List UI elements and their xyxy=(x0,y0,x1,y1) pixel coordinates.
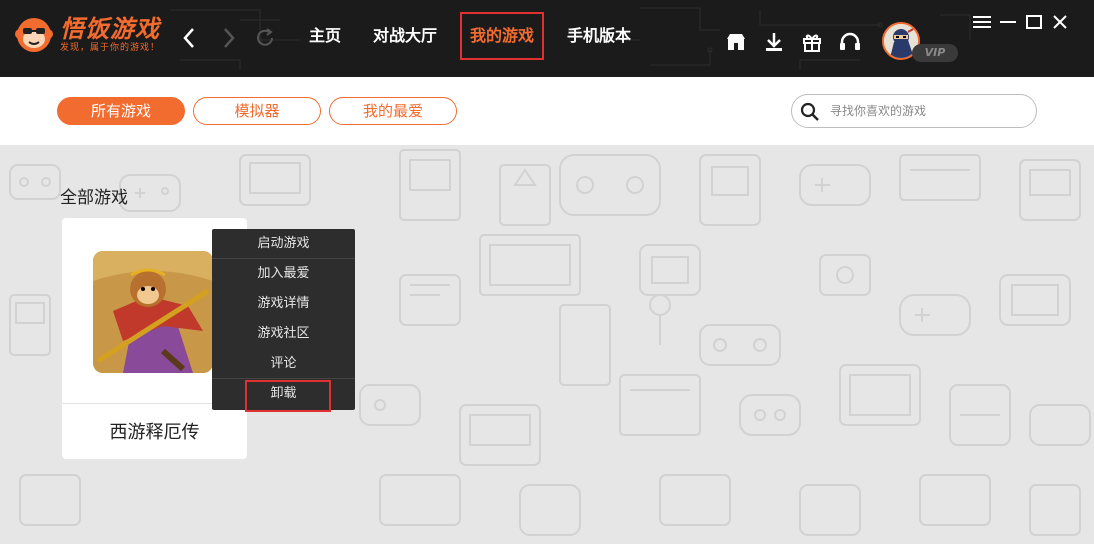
filter-emulator[interactable]: 模拟器 xyxy=(193,97,321,125)
filter-bar: 所有游戏 模拟器 我的最爱 xyxy=(0,77,1094,145)
chevron-left-icon xyxy=(183,28,194,48)
nav-item-mobile-version[interactable]: 手机版本 xyxy=(558,13,640,59)
menu-item-launch-game[interactable]: 启动游戏 xyxy=(212,229,355,259)
forward-button[interactable] xyxy=(218,25,240,51)
chevron-right-icon xyxy=(224,28,235,48)
minimize-icon xyxy=(1000,21,1016,23)
vip-badge[interactable]: VIP xyxy=(912,44,958,62)
gift-button[interactable] xyxy=(800,30,824,54)
minimize-button[interactable] xyxy=(998,12,1018,32)
support-button[interactable] xyxy=(838,30,862,54)
app-logo[interactable]: 悟饭游戏 发现，属于你的游戏！ xyxy=(14,14,160,54)
section-title: 全部游戏 xyxy=(60,188,128,208)
menu-item-game-community[interactable]: 游戏社区 xyxy=(212,319,355,349)
menu-button[interactable] xyxy=(972,12,992,32)
game-thumbnail[interactable] xyxy=(93,251,213,373)
store-icon xyxy=(727,34,745,50)
nav-item-battle-lobby[interactable]: 对战大厅 xyxy=(364,13,446,59)
maximize-icon xyxy=(1026,15,1042,29)
app-slogan: 发现，属于你的游戏！ xyxy=(60,42,161,53)
refresh-button[interactable] xyxy=(254,25,276,51)
monkey-logo-icon xyxy=(15,18,53,52)
context-menu: 启动游戏 加入最爱 游戏详情 游戏社区 评论 卸载 xyxy=(212,229,355,412)
filter-all-games[interactable]: 所有游戏 xyxy=(57,97,185,125)
monkey-king-artwork xyxy=(93,251,213,373)
app-title: 悟饭游戏 xyxy=(60,14,160,43)
search-input[interactable] xyxy=(830,101,1026,121)
store-button[interactable] xyxy=(724,30,748,54)
back-button[interactable] xyxy=(178,25,200,51)
refresh-icon xyxy=(257,28,273,46)
menu-item-uninstall[interactable]: 卸载 xyxy=(212,379,355,412)
filter-favorites[interactable]: 我的最爱 xyxy=(329,97,457,125)
window-controls xyxy=(972,12,1076,32)
game-title: 西游释厄传 xyxy=(109,422,200,443)
menu-item-comment[interactable]: 评论 xyxy=(212,349,355,379)
gift-icon xyxy=(803,34,821,52)
menu-item-game-details[interactable]: 游戏详情 xyxy=(212,289,355,319)
nav-item-home[interactable]: 主页 xyxy=(300,13,350,59)
menu-item-add-favorite[interactable]: 加入最爱 xyxy=(212,259,355,289)
main-content: 全部游戏 西游释厄传 启动游戏 加入最爱 游戏详情 游戏社区 评论 卸载 xyxy=(0,145,1094,544)
download-button[interactable] xyxy=(762,30,786,54)
maximize-button[interactable] xyxy=(1024,12,1044,32)
hamburger-menu-icon xyxy=(973,16,991,28)
title-bar: 悟饭游戏 发现，属于你的游戏！ 主页 对战大厅 我的游戏 手机版本 VIP xyxy=(0,0,1094,77)
search-icon xyxy=(800,102,819,121)
search-box[interactable] xyxy=(791,94,1037,128)
close-icon xyxy=(1053,15,1067,29)
headset-icon xyxy=(840,32,860,50)
close-button[interactable] xyxy=(1050,12,1070,32)
nav-item-my-games[interactable]: 我的游戏 xyxy=(460,12,545,60)
download-icon xyxy=(766,33,782,51)
top-nav: 主页 对战大厅 我的游戏 手机版本 xyxy=(300,12,654,60)
title-icons xyxy=(724,30,876,54)
